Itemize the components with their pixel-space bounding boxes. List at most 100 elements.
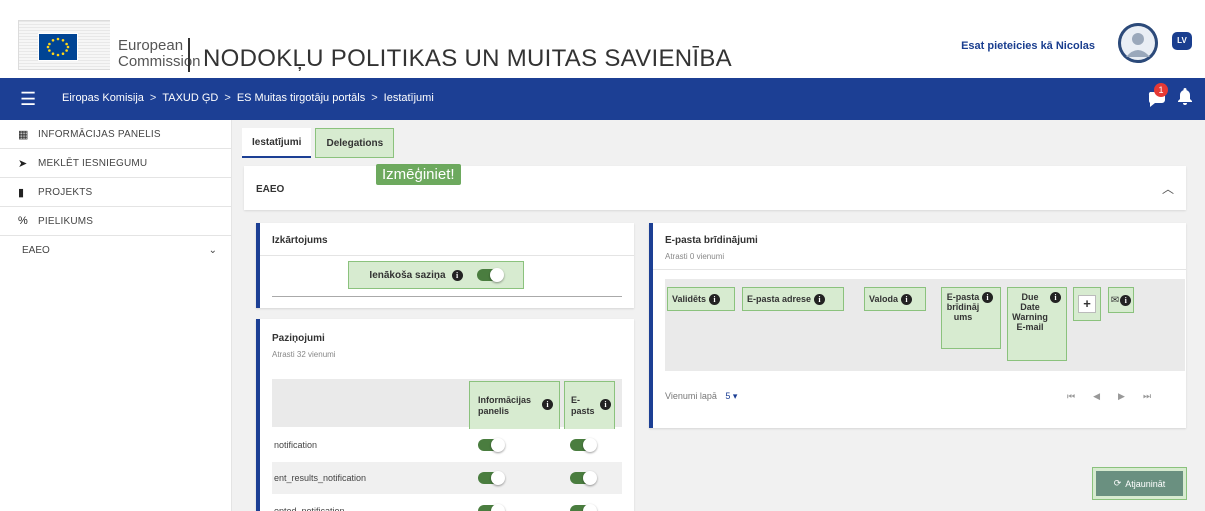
breadcrumb-item[interactable]: Eiropas Komisija [62,92,144,104]
column-label: Validēts [672,294,707,304]
user-avatar[interactable] [1118,23,1158,63]
items-per-page-select[interactable]: 5 ▾ [725,391,737,401]
breadcrumb-item[interactable]: TAXUD ĢD [162,92,218,104]
email-alert-column-header[interactable]: E-pasta brīdinājums i [941,287,1001,349]
info-icon[interactable]: i [709,293,721,305]
top-navigation: ☰ Eiropas Komisija > TAXUD ĢD > ES Muita… [0,78,1205,120]
notification-name: ent_results_notification [274,473,367,483]
breadcrumb-current: Iestatījumi [383,92,434,104]
email-toggle[interactable] [570,504,597,511]
plus-icon[interactable]: + [1078,295,1096,313]
dashboard-toggle[interactable] [478,438,505,452]
sidebar-item-label: PROJEKTS [38,186,93,198]
column-label: Due Date Warning E-mail [1012,292,1048,332]
due-date-warning-column-header[interactable]: Due Date Warning E-mail i [1007,287,1067,361]
info-icon[interactable]: i [451,269,463,281]
page: European Commission NODOKĻU POLITIKAS UN… [0,0,1205,511]
nav-actions: 1 [1147,82,1193,108]
incoming-communication-toggle[interactable] [476,268,504,282]
attachment-icon: % [18,215,28,227]
tab-settings[interactable]: Iestatījumi [242,128,312,158]
breadcrumb-separator: > [224,92,231,104]
column-label: E-pasta adrese [747,294,812,304]
eu-flag-icon [38,33,78,61]
sidebar-section-eaeo[interactable]: EAEO ⌄ [0,236,231,265]
site-title: NODOKĻU POLITIKAS UN MUITAS SAVIENĪBA [203,45,732,72]
email-alerts-title: E-pasta brīdinājumi [665,235,758,246]
sidebar-item-label: MEKLĒT IESNIEGUMU [38,157,148,169]
bell-icon[interactable] [1177,87,1193,108]
hamburger-menu-icon[interactable]: ☰ [20,90,36,108]
previous-page-icon[interactable]: ◀ [1093,391,1100,402]
tab-delegations[interactable]: Delegations [315,128,395,158]
refresh-button-highlight: ⟳ Atjaunināt [1092,467,1187,500]
add-alert-button-highlight: + [1073,287,1101,321]
refresh-icon: ⟳ [1113,478,1122,488]
email-alerts-count: Atrasti 0 vienumi [665,252,725,261]
email-actions-header: ✉ i [1108,287,1134,313]
last-page-icon[interactable]: ⏭ [1143,391,1151,402]
breadcrumb-separator: > [371,92,378,104]
breadcrumb-item[interactable]: ES Muitas tirgotāju portāls [237,92,365,104]
info-icon[interactable]: i [901,293,913,305]
ec-logo-text: European Commission [118,37,201,70]
logged-in-user[interactable]: Esat pieteicies kā Nicolas [961,40,1095,52]
eaeo-panel-title: EAEO [256,184,285,195]
logo-divider [188,38,190,72]
notifications-count: Atrasti 32 vienumi [272,350,336,359]
email-toggle[interactable] [570,438,597,452]
layout-card-title: Izkārtojums [272,235,328,246]
refresh-button[interactable]: ⟳ Atjaunināt [1096,471,1183,496]
column-label: Valoda [869,294,899,304]
items-per-page-value: 5 [725,391,731,401]
tab-bar: Iestatījumi Delegations [242,128,395,158]
chevron-up-icon[interactable]: ︿ [1162,180,1174,197]
notification-name: notification [274,440,318,450]
sidebar: ▦ INFORMĀCIJAS PANELIS ➤ MEKLĒT IESNIEGU… [0,120,232,511]
sidebar-item-projects[interactable]: ▮ PROJEKTS [0,178,231,207]
layout-card: Izkārtojums Ienākoša saziņa i [256,223,634,308]
file-icon: ▮ [18,186,25,199]
email-address-column-header[interactable]: E-pasta adrese i [742,287,844,311]
dashboard-column-header: Informācijas panelis [478,395,532,416]
email-toggle[interactable] [570,471,597,485]
breadcrumb-separator: > [149,92,157,104]
first-page-icon[interactable]: ⏮ [1067,391,1075,402]
sidebar-item-search-submission[interactable]: ➤ MEKLĒT IESNIEGUMU [0,149,231,178]
main-content: Iestatījumi Delegations EAEO ︿ Izmēģinie… [232,120,1205,511]
logo-line-2: Commission [118,53,201,70]
info-icon[interactable]: i [814,293,826,305]
notifications-card: Paziņojumi Atrasti 32 vienumi Informācij… [256,319,634,511]
info-icon[interactable]: i [1050,292,1061,303]
pagination-controls: ⏮ ◀ ▶ ⏭ [1067,391,1151,402]
email-alerts-card: E-pasta brīdinājumi Atrasti 0 vienumi Va… [649,223,1186,428]
info-icon[interactable]: i [600,399,611,410]
incoming-communication-setting: Ienākoša saziņa i [348,261,524,289]
sidebar-section-label: EAEO [22,245,50,256]
sidebar-item-dashboard[interactable]: ▦ INFORMĀCIJAS PANELIS [0,120,231,149]
email-column-header: E-pasts [571,395,595,416]
info-icon[interactable]: i [982,292,993,303]
items-per-page-label: Vienumi lapā [665,391,717,401]
validated-column-header[interactable]: Validēts i [667,287,735,311]
logo-line-1: European [118,37,184,54]
envelope-icon[interactable]: ✉ [1111,295,1119,306]
notifications-card-title: Paziņojumi [272,333,325,344]
sidebar-item-label: PIELIKUMS [38,215,94,227]
column-label: E-pasta brīdinājums [946,292,980,322]
refresh-button-label: Atjaunināt [1125,478,1166,489]
info-icon[interactable]: i [542,399,553,410]
dashboard-icon: ▦ [18,128,29,141]
sidebar-item-attachments[interactable]: % PIELIKUMS [0,207,231,236]
language-selector[interactable]: LV [1172,32,1192,50]
notification-count-badge: 1 [1154,82,1168,97]
next-page-icon[interactable]: ▶ [1118,391,1125,402]
site-header: European Commission NODOKĻU POLITIKAS UN… [0,0,1205,78]
send-icon: ➤ [18,157,28,170]
messages-icon[interactable]: 1 [1147,82,1168,108]
dashboard-toggle[interactable] [478,471,505,485]
language-column-header[interactable]: Valoda i [864,287,926,311]
incoming-communication-label: Ienākoša saziņa [369,269,446,281]
info-icon[interactable]: i [1120,294,1132,306]
dashboard-toggle[interactable] [478,504,505,511]
